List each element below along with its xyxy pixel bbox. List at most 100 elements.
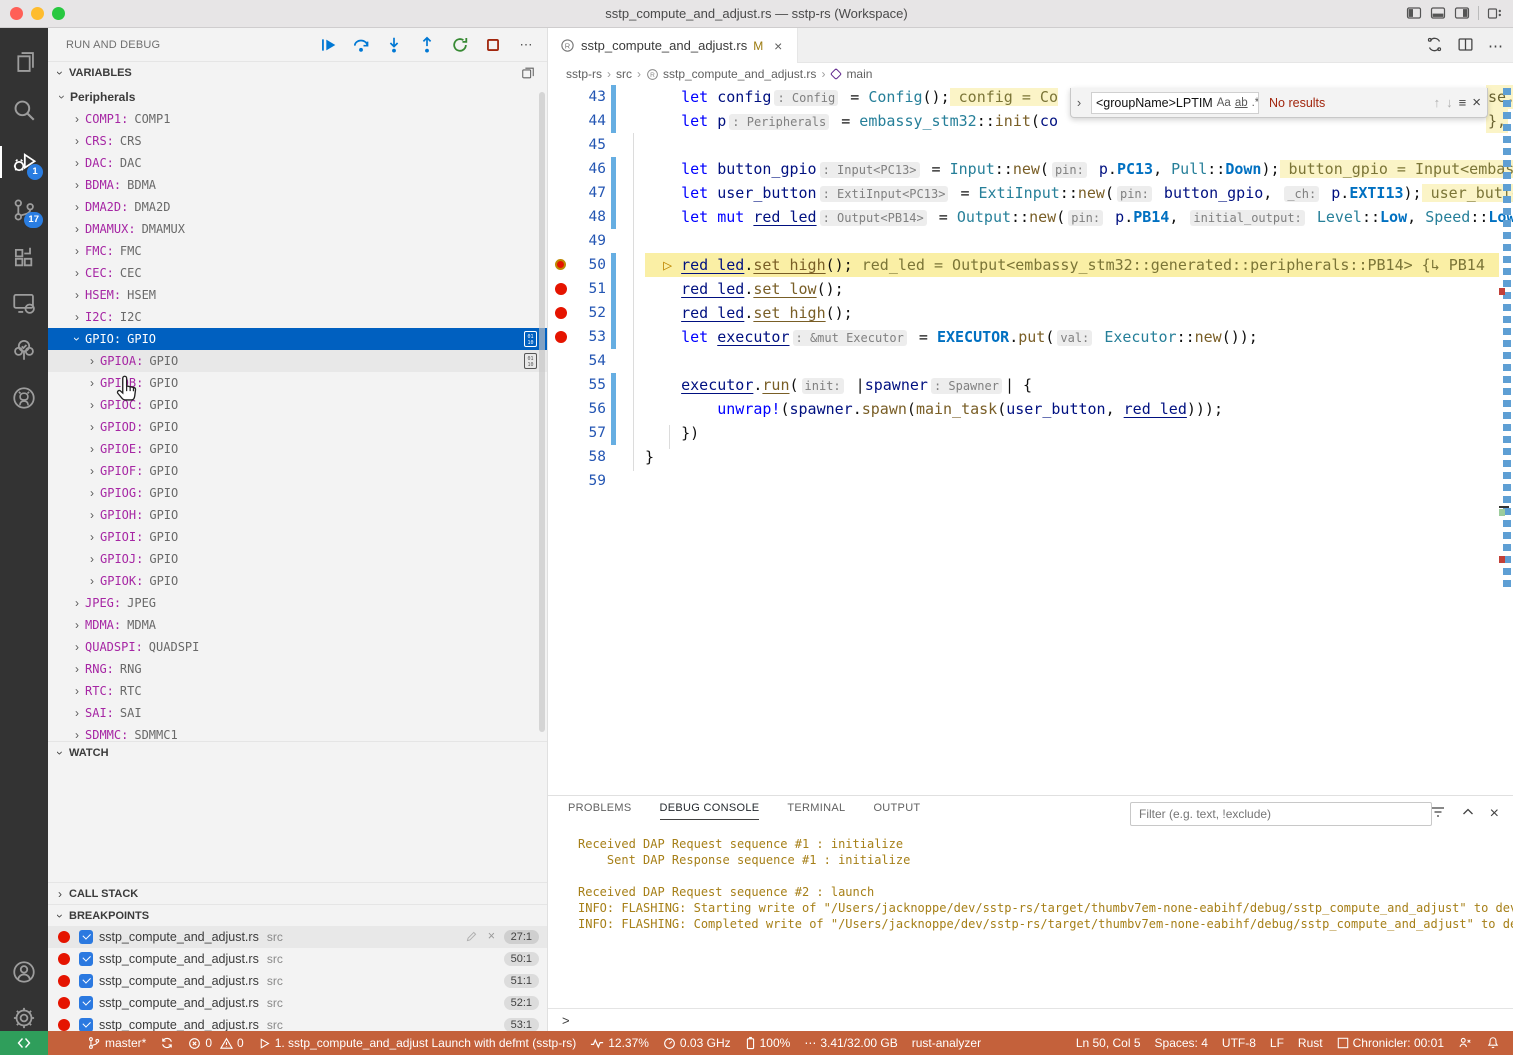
gutter-space[interactable] [548,109,574,133]
tree-item-gpioa[interactable]: ›GPIOA:GPIO01 10 [48,350,547,372]
sidebar-scrollbar[interactable] [539,92,545,732]
breakpoint-checkbox[interactable] [79,930,93,944]
rust-analyzer-status[interactable]: rust-analyzer [905,1031,988,1055]
zoom-window-button[interactable] [52,7,65,20]
branch-indicator[interactable]: master* [80,1031,153,1055]
code-area[interactable]: 43 let config: Config = Config(); config… [548,50,1513,795]
find-previous-icon[interactable]: ↑ [1434,95,1441,110]
breakpoint-current-icon[interactable] [548,253,574,277]
edit-pencil-icon[interactable] [465,930,478,943]
tree-item-dmamux[interactable]: ›DMAMUX:DMAMUX [48,218,547,240]
restart-button[interactable] [447,32,473,58]
debug-console-output[interactable]: Received DAP Request sequence #1 : initi… [548,836,1513,990]
breakpoint-row[interactable]: sstp_compute_and_adjust.rssrc53:1 [48,1014,547,1031]
continue-button[interactable] [315,32,341,58]
view-as-group-icon[interactable] [521,66,535,83]
memory-indicator[interactable]: ⋯ 3.41/32.00 GB [797,1031,904,1055]
remove-breakpoint-icon[interactable]: × [488,929,495,943]
gutter-space[interactable] [548,373,574,397]
extensions-icon[interactable] [0,236,48,280]
watch-section-header[interactable]: › WATCH [48,741,547,763]
notifications-bell-icon[interactable] [1479,1031,1507,1055]
remote-explorer-icon[interactable] [0,281,48,325]
gutter-space[interactable] [548,397,574,421]
maximize-panel-icon[interactable] [1460,804,1476,823]
tree-item-gpiok[interactable]: ›GPIOK:GPIO [48,570,547,592]
indentation-indicator[interactable]: Spaces: 4 [1148,1031,1215,1055]
chronicler-indicator[interactable]: Chronicler: 00:01 [1330,1031,1451,1055]
close-panel-icon[interactable]: × [1490,805,1499,823]
gutter-space[interactable] [548,85,574,109]
tree-item-quadspi[interactable]: ›QUADSPI:QUADSPI [48,636,547,658]
match-case-icon[interactable]: Aa [1217,97,1231,109]
battery-indicator[interactable]: 100% [738,1031,798,1055]
cpu-usage-indicator[interactable]: 12.37% [583,1031,656,1055]
tree-item-jpeg[interactable]: ›JPEG:JPEG [48,592,547,614]
toggle-panel-icon[interactable] [1430,5,1446,21]
language-indicator[interactable]: Rust [1291,1031,1330,1055]
tree-item-gpioh[interactable]: ›GPIOH:GPIO [48,504,547,526]
find-input[interactable]: <groupName>LPTIM Aa ab .* [1091,92,1259,114]
gutter-space[interactable] [548,421,574,445]
gutter-space[interactable] [548,205,574,229]
tree-item-sdmmc[interactable]: ›SDMMC:SDMMC1 [48,724,547,741]
tree-item-gpiof[interactable]: ›GPIOF:GPIO [48,460,547,482]
tree-item-crs[interactable]: ›CRS:CRS [48,130,547,152]
breakpoint-checkbox[interactable] [79,974,93,988]
tree-item-bdma[interactable]: ›BDMA:BDMA [48,174,547,196]
gutter-space[interactable] [548,181,574,205]
panel-tab-terminal[interactable]: TERMINAL [787,802,845,820]
breakpoints-section-header[interactable]: › BREAKPOINTS [48,904,547,926]
customize-layout-icon[interactable] [1487,5,1503,21]
find-in-selection-icon[interactable]: ≡ [1459,95,1467,110]
gutter-space[interactable] [548,133,574,157]
variables-section-header[interactable]: › VARIABLES [48,61,547,83]
todo-tree-icon[interactable] [0,328,48,372]
step-over-button[interactable] [348,32,374,58]
step-out-button[interactable] [414,32,440,58]
breakpoint-row[interactable]: sstp_compute_and_adjust.rssrc52:1 [48,992,547,1014]
github-icon[interactable] [0,376,48,420]
tree-item-gpiod[interactable]: ›GPIOD:GPIO [48,416,547,438]
eol-indicator[interactable]: LF [1263,1031,1291,1055]
gutter-space[interactable] [548,229,574,253]
tree-item-gpioi[interactable]: ›GPIOI:GPIO [48,526,547,548]
run-and-debug-icon[interactable]: 1 [0,140,48,184]
breakpoint-row[interactable]: sstp_compute_and_adjust.rssrc50:1 [48,948,547,970]
tree-item-rng[interactable]: ›RNG:RNG [48,658,547,680]
filter-icon[interactable] [1430,804,1446,823]
tree-item-comp1[interactable]: ›COMP1:COMP1 [48,108,547,130]
step-into-button[interactable] [381,32,407,58]
gutter-space[interactable] [548,349,574,373]
feedback-icon[interactable] [1451,1031,1479,1055]
tree-item-dac[interactable]: ›DAC:DAC [48,152,547,174]
breakpoint-checkbox[interactable] [79,1018,93,1031]
tree-item-hsem[interactable]: ›HSEM:HSEM [48,284,547,306]
tree-item-dma2d[interactable]: ›DMA2D:DMA2D [48,196,547,218]
binary-view-icon[interactable]: 01 10 [524,331,537,347]
toggle-secondary-sidebar-icon[interactable] [1454,5,1470,21]
tree-item-gpioj[interactable]: ›GPIOJ:GPIO [48,548,547,570]
tree-item-peripherals[interactable]: ›Peripherals [48,86,547,108]
close-find-icon[interactable]: × [1472,94,1481,111]
tree-item-fmc[interactable]: ›FMC:FMC [48,240,547,262]
panel-tab-output[interactable]: OUTPUT [873,802,920,820]
tree-item-gpio[interactable]: ›GPIO:GPIO01 10 [48,328,547,350]
whole-word-icon[interactable]: ab [1235,97,1248,109]
breakpoint-icon[interactable] [548,325,574,349]
tree-item-i2c[interactable]: ›I2C:I2C [48,306,547,328]
find-next-icon[interactable]: ↓ [1446,95,1453,110]
console-filter-input[interactable]: Filter (e.g. text, !exclude) [1130,802,1432,826]
tree-item-sai[interactable]: ›SAI:SAI [48,702,547,724]
binary-view-icon[interactable]: 01 10 [524,353,537,369]
problems-indicator[interactable]: 0 0 [181,1031,250,1055]
overview-ruler[interactable] [1503,88,1511,588]
debug-console-input[interactable]: > [548,1008,1513,1032]
minimize-window-button[interactable] [31,7,44,20]
toggle-replace-icon[interactable]: › [1073,95,1085,110]
cursor-position[interactable]: Ln 50, Col 5 [1069,1031,1148,1055]
gutter-space[interactable] [548,469,574,493]
tree-item-cec[interactable]: ›CEC:CEC [48,262,547,284]
remote-indicator[interactable] [0,1031,48,1055]
breakpoint-checkbox[interactable] [79,996,93,1010]
